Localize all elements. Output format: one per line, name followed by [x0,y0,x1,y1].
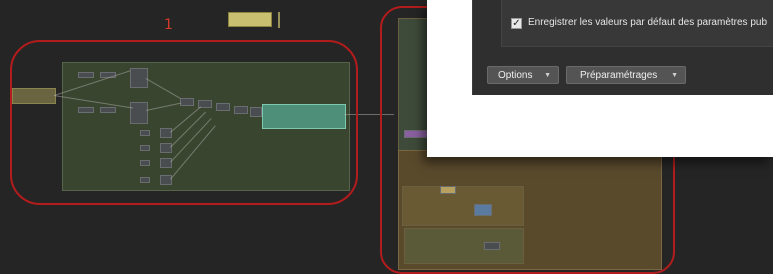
graph-node[interactable] [484,242,500,250]
chevron-down-icon: ▼ [671,72,678,79]
callout-1 [10,40,358,205]
options-button-label: Options [498,70,533,81]
presets-button-label: Préparamétrages [580,70,658,81]
graph-node[interactable] [440,186,456,194]
presets-button[interactable]: Préparamétrages ▼ [566,66,686,84]
sticky-note[interactable] [228,12,272,27]
graph-node[interactable] [474,204,492,216]
options-button[interactable]: Options ▼ [487,66,559,84]
chevron-down-icon: ▼ [544,72,551,79]
callout-1-number: 1 [164,17,173,33]
dialog-window: ✓ Enregistrer les valeurs par défaut des… [427,0,773,157]
node-group-right-a[interactable] [402,186,524,226]
graph-node[interactable] [404,130,428,138]
note-text-lines [278,12,298,28]
save-defaults-label: Enregistrer les valeurs par défaut des p… [528,17,768,28]
dialog-content: ✓ Enregistrer les valeurs par défaut des… [472,0,773,95]
node-group-right-b[interactable] [404,228,524,264]
options-panel: ✓ Enregistrer les valeurs par défaut des… [501,0,773,47]
save-defaults-checkbox[interactable]: ✓ [511,18,522,29]
